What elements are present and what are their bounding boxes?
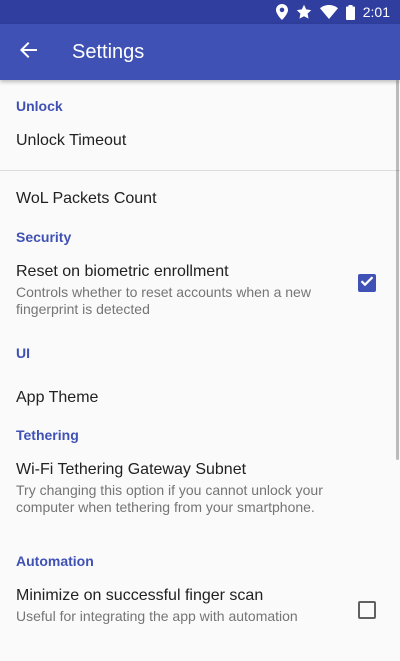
pref-reset-biometric[interactable]: Reset on biometric enrollment Controls w… xyxy=(0,263,400,335)
settings-list: Unlock Unlock Timeout WoL Packets Count … xyxy=(0,80,400,661)
pref-title: Wi-Fi Tethering Gateway Subnet xyxy=(16,461,247,478)
pref-tethering-subnet[interactable]: Wi-Fi Tethering Gateway Subnet Try chang… xyxy=(0,461,400,551)
category-unlock: Unlock xyxy=(16,98,63,114)
pref-title: WoL Packets Count xyxy=(16,190,157,207)
pref-summary: Controls whether to reset accounts when … xyxy=(16,284,311,317)
pref-minimize-on-scan[interactable]: Minimize on successful finger scan Usefu… xyxy=(0,587,400,659)
category-automation: Automation xyxy=(16,553,94,569)
page-title: Settings xyxy=(72,40,145,63)
star-icon xyxy=(296,4,312,20)
pref-wol-packets-count[interactable]: WoL Packets Count xyxy=(0,171,400,227)
pref-unlock-timeout[interactable]: Unlock Timeout xyxy=(0,132,400,170)
category-ui: UI xyxy=(16,345,30,361)
scrollbar[interactable] xyxy=(396,80,399,460)
battery-icon xyxy=(345,4,355,20)
pref-app-theme[interactable]: App Theme xyxy=(0,371,400,425)
pref-summary: Useful for integrating the app with auto… xyxy=(16,608,298,624)
pref-title: Minimize on successful finger scan xyxy=(16,587,264,604)
back-button[interactable] xyxy=(0,24,56,80)
pref-summary: Try changing this option if you cannot u… xyxy=(16,482,323,515)
checkmark-icon xyxy=(360,274,374,293)
reset-biometric-checkbox[interactable] xyxy=(358,274,376,292)
pref-title: App Theme xyxy=(16,389,99,406)
status-bar: 2:01 xyxy=(0,0,400,24)
app-bar: Settings xyxy=(0,24,400,80)
category-tethering: Tethering xyxy=(16,427,79,443)
location-icon xyxy=(275,4,288,20)
category-security: Security xyxy=(16,229,72,245)
arrow-back-icon xyxy=(19,41,37,64)
minimize-on-scan-checkbox[interactable] xyxy=(358,601,376,619)
clock: 2:01 xyxy=(362,4,390,20)
pref-title: Reset on biometric enrollment xyxy=(16,263,229,280)
pref-title: Unlock Timeout xyxy=(16,132,127,149)
wifi-icon xyxy=(319,5,338,19)
